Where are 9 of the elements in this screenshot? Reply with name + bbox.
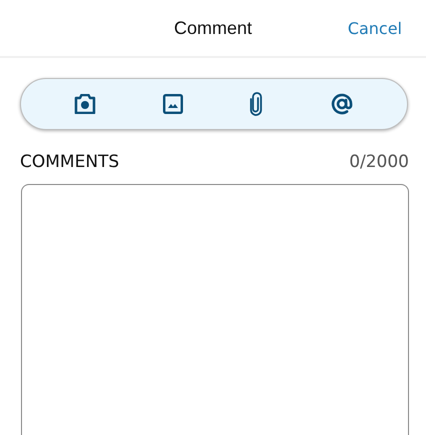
character-count: 0/2000 xyxy=(349,152,409,172)
cancel-button[interactable]: Cancel xyxy=(348,18,402,38)
comments-label: COMMENTS xyxy=(20,152,120,172)
page-title: Comment xyxy=(174,18,252,38)
at-sign-icon[interactable] xyxy=(330,92,354,116)
camera-icon[interactable] xyxy=(74,94,96,114)
paperclip-icon[interactable] xyxy=(249,92,264,116)
image-icon[interactable] xyxy=(162,94,183,114)
comment-input-field[interactable] xyxy=(21,184,409,435)
